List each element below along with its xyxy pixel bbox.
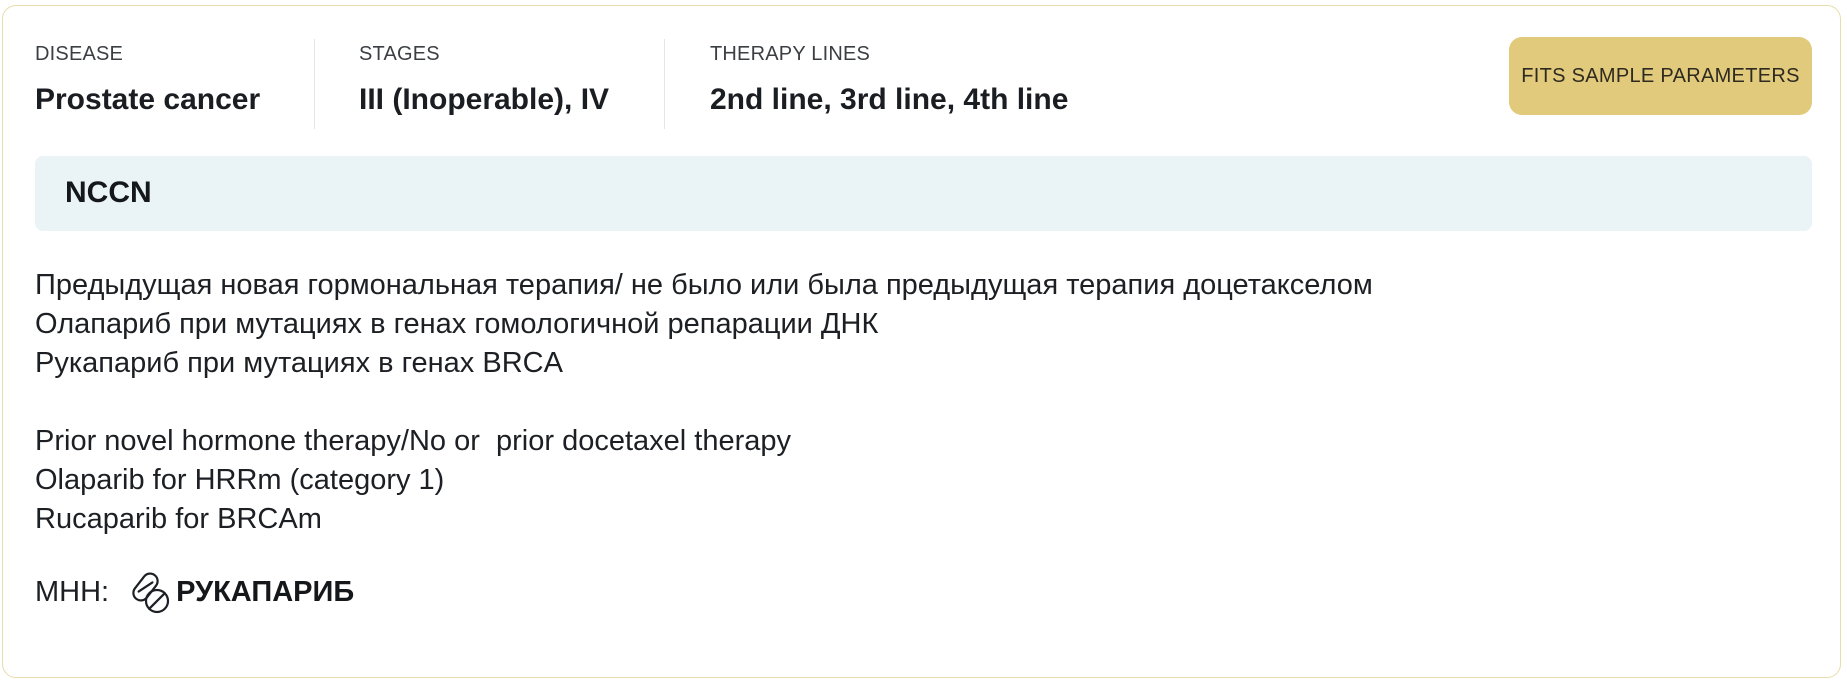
stages-label: STAGES	[359, 43, 440, 65]
guideline-header: NCCN	[35, 156, 1812, 231]
stages-field: STAGES III (Inoperable), IV	[359, 42, 609, 118]
guideline-description-en: Prior novel hormone therapy/No or prior …	[35, 422, 791, 539]
disease-field: DISEASE Prostate cancer	[35, 42, 260, 118]
stages-value: III (Inoperable), IV	[359, 83, 610, 116]
therapy-lines-field: THERAPY LINES 2nd line, 3rd line, 4th li…	[710, 42, 1068, 118]
description-line: Olaparib for HRRm (category 1)	[35, 464, 445, 496]
description-line: Rucaparib for BRCAm	[35, 503, 322, 535]
guideline-title: NCCN	[65, 176, 152, 209]
column-divider	[314, 39, 315, 129]
pill-icon	[129, 569, 173, 615]
recommendation-card: DISEASE Prostate cancer STAGES III (Inop…	[2, 5, 1841, 678]
description-line: Рукапариб при мутациях в генах BRCA	[35, 347, 563, 379]
disease-label: DISEASE	[35, 43, 124, 65]
description-line: Prior novel hormone therapy/No or prior …	[35, 425, 791, 457]
therapy-lines-value: 2nd line, 3rd line, 4th line	[710, 83, 1069, 116]
fits-sample-parameters-button[interactable]: FITS SAMPLE PARAMETERS	[1509, 37, 1812, 115]
disease-value: Prostate cancer	[35, 83, 261, 116]
description-line: Предыдущая новая гормональная терапия/ н…	[35, 269, 1373, 301]
mnn-label: МНН:	[35, 576, 110, 608]
guideline-description-ru: Предыдущая новая гормональная терапия/ н…	[35, 266, 1373, 383]
mnn-row: МНН: РУКАПАРИБ	[35, 569, 354, 615]
therapy-lines-label: THERAPY LINES	[710, 43, 871, 65]
description-line: Олапариб при мутациях в генах гомологичн…	[35, 308, 879, 340]
column-divider	[664, 39, 665, 129]
drug-name-link[interactable]: РУКАПАРИБ	[176, 574, 354, 610]
